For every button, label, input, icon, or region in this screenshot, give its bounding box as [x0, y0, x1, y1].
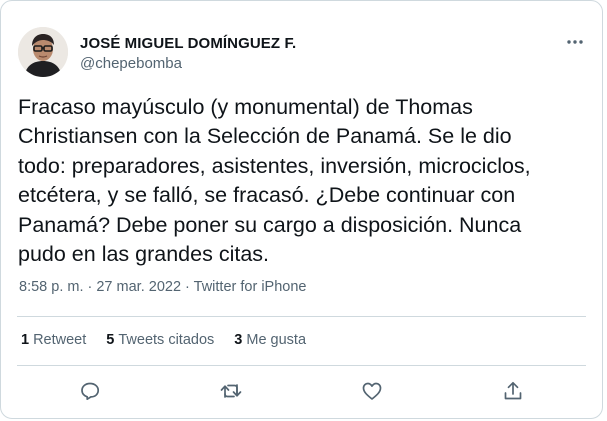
retweet-icon[interactable] — [219, 379, 243, 403]
tweet-timestamp[interactable]: 8:58 p. m. · 27 mar. 2022 · — [19, 279, 190, 295]
stat-retweets[interactable]: 1 Retweet — [21, 332, 86, 348]
stat-likes[interactable]: 3 Me gusta — [234, 332, 306, 348]
share-icon[interactable] — [501, 379, 525, 403]
tweet-text: Fracaso mayúsculo (y monumental) de Thom… — [18, 95, 531, 267]
tweet-card: JOSÉ MIGUEL DOMÍNGUEZ F. @chepebomba Fra… — [0, 0, 603, 419]
tweet-actions — [1, 373, 604, 409]
avatar[interactable] — [18, 27, 68, 77]
tweet-stats: 1 Retweet 5 Tweets citados 3 Me gusta — [21, 332, 306, 348]
reply-icon[interactable] — [78, 379, 102, 403]
tweet-source[interactable]: Twitter for iPhone — [194, 279, 307, 295]
tweet-meta: 8:58 p. m. · 27 mar. 2022 · Twitter for … — [19, 279, 306, 295]
quotes-label: Tweets citados — [118, 332, 215, 348]
likes-label: Me gusta — [246, 332, 307, 348]
author-handle[interactable]: @chepebomba — [80, 55, 182, 72]
stat-quotes[interactable]: 5 Tweets citados — [106, 332, 214, 348]
divider-top — [17, 316, 586, 317]
retweets-label: Retweet — [33, 332, 87, 348]
author-name[interactable]: JOSÉ MIGUEL DOMÍNGUEZ F. — [80, 35, 296, 52]
more-horizontal-icon[interactable] — [564, 33, 586, 51]
heart-icon[interactable] — [360, 379, 384, 403]
retweets-count: 1 — [21, 332, 30, 348]
divider-bottom — [17, 365, 586, 366]
likes-count: 3 — [234, 332, 243, 348]
quotes-count: 5 — [106, 332, 115, 348]
